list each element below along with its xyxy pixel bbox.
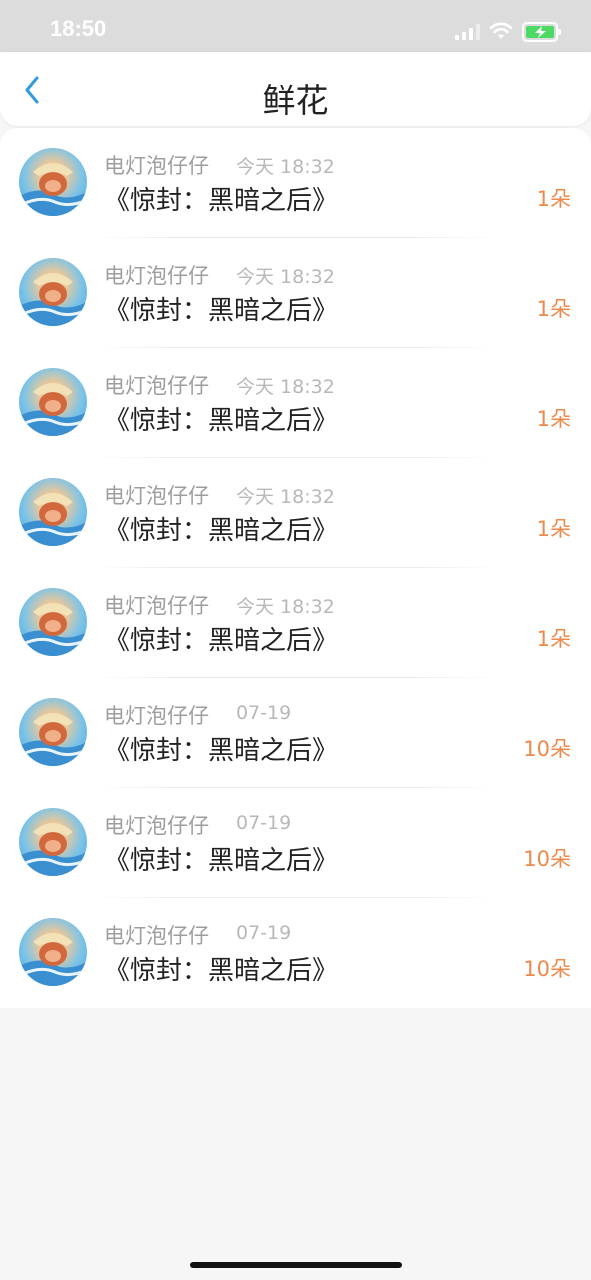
avatar-image-icon [19, 823, 87, 876]
list-item[interactable]: 电灯泡仔仔 今天 18:32 《惊封：黑暗之后》 1朵 [0, 348, 591, 458]
timestamp: 07-19 [236, 922, 292, 944]
book-title[interactable]: 《惊封：黑暗之后》 [104, 510, 338, 547]
avatar[interactable] [19, 148, 87, 216]
avatar-image-icon [19, 383, 87, 436]
user-name[interactable]: 电灯泡仔仔 [104, 260, 209, 290]
list-item[interactable]: 电灯泡仔仔 今天 18:32 《惊封：黑暗之后》 1朵 [0, 458, 591, 568]
timestamp: 今天 18:32 [236, 156, 335, 178]
timestamp: 今天 18:32 [236, 486, 335, 508]
cellular-signal-icon [455, 24, 480, 40]
flower-count: 10朵 [523, 957, 571, 981]
flower-count: 1朵 [536, 187, 571, 211]
battery-charging-icon [522, 22, 561, 42]
flower-count: 10朵 [523, 737, 571, 761]
timestamp: 07-19 [236, 812, 292, 834]
avatar[interactable] [19, 698, 87, 766]
timestamp: 今天 18:32 [236, 596, 335, 618]
user-name[interactable]: 电灯泡仔仔 [104, 150, 209, 180]
avatar-image-icon [19, 603, 87, 656]
user-name[interactable]: 电灯泡仔仔 [104, 920, 209, 950]
avatar-image-icon [19, 273, 87, 326]
book-title[interactable]: 《惊封：黑暗之后》 [104, 840, 338, 877]
home-indicator[interactable] [190, 1262, 402, 1268]
list-item[interactable]: 电灯泡仔仔 今天 18:32 《惊封：黑暗之后》 1朵 [0, 568, 591, 678]
status-time: 18:50 [50, 16, 107, 41]
flower-record-list: 电灯泡仔仔 今天 18:32 《惊封：黑暗之后》 1朵 电灯泡仔仔 今天 18:… [0, 128, 591, 1008]
avatar[interactable] [19, 808, 87, 876]
timestamp: 今天 18:32 [236, 266, 335, 288]
user-name[interactable]: 电灯泡仔仔 [104, 810, 209, 840]
timestamp: 07-19 [236, 702, 292, 724]
flower-count: 10朵 [523, 847, 571, 871]
flower-count: 1朵 [536, 627, 571, 651]
flower-count: 1朵 [536, 407, 571, 431]
list-item[interactable]: 电灯泡仔仔 07-19 《惊封：黑暗之后》 10朵 [0, 678, 591, 788]
avatar[interactable] [19, 478, 87, 546]
user-name[interactable]: 电灯泡仔仔 [104, 700, 209, 730]
page-title: 鲜花 [262, 81, 329, 120]
flower-count: 1朵 [536, 517, 571, 541]
book-title[interactable]: 《惊封：黑暗之后》 [104, 400, 338, 437]
avatar[interactable] [19, 258, 87, 326]
avatar[interactable] [19, 588, 87, 656]
book-title[interactable]: 《惊封：黑暗之后》 [104, 290, 338, 327]
book-title[interactable]: 《惊封：黑暗之后》 [104, 180, 338, 217]
avatar[interactable] [19, 918, 87, 986]
user-name[interactable]: 电灯泡仔仔 [104, 590, 209, 620]
list-item[interactable]: 电灯泡仔仔 07-19 《惊封：黑暗之后》 10朵 [0, 898, 591, 1008]
avatar-image-icon [19, 493, 87, 546]
avatar-image-icon [19, 713, 87, 766]
user-name[interactable]: 电灯泡仔仔 [104, 480, 209, 510]
avatar[interactable] [19, 368, 87, 436]
avatar-image-icon [19, 933, 87, 986]
navigation-bar: 鲜花 [0, 52, 591, 126]
flower-count: 1朵 [536, 297, 571, 321]
wifi-icon [489, 22, 513, 39]
book-title[interactable]: 《惊封：黑暗之后》 [104, 620, 338, 657]
list-item[interactable]: 电灯泡仔仔 今天 18:32 《惊封：黑暗之后》 1朵 [0, 128, 591, 238]
avatar-image-icon [19, 163, 87, 216]
status-bar: 18:50 [0, 0, 591, 52]
list-item[interactable]: 电灯泡仔仔 07-19 《惊封：黑暗之后》 10朵 [0, 788, 591, 898]
user-name[interactable]: 电灯泡仔仔 [104, 370, 209, 400]
list-item[interactable]: 电灯泡仔仔 今天 18:32 《惊封：黑暗之后》 1朵 [0, 238, 591, 348]
book-title[interactable]: 《惊封：黑暗之后》 [104, 730, 338, 767]
book-title[interactable]: 《惊封：黑暗之后》 [104, 950, 338, 987]
timestamp: 今天 18:32 [236, 376, 335, 398]
